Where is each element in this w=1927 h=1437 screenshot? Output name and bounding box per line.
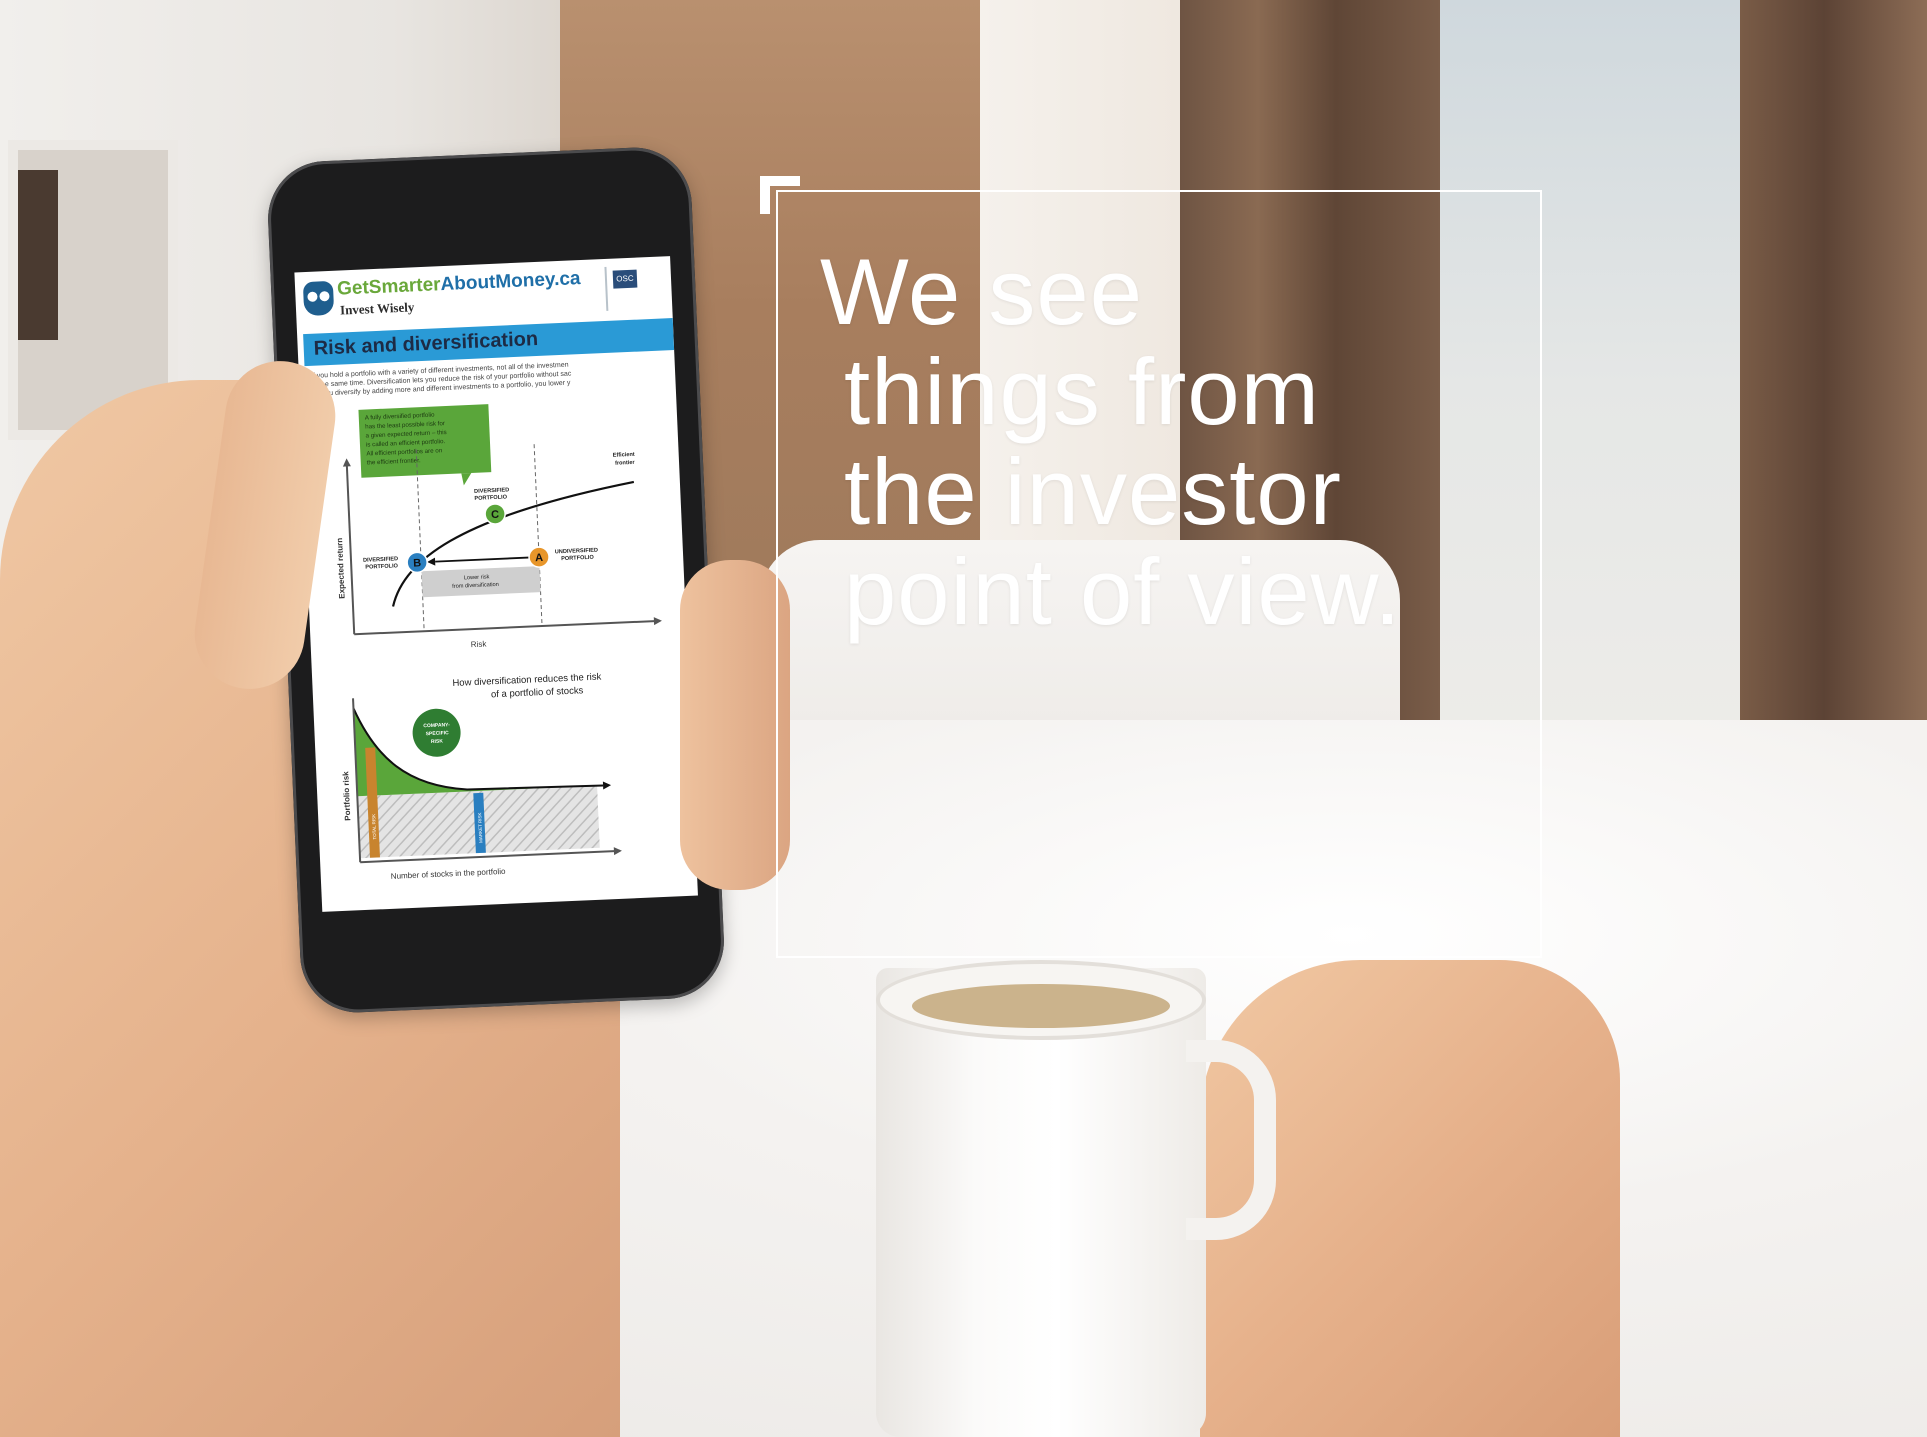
- diversification-arrow: [435, 556, 532, 563]
- svg-text:of a portfolio of stocks: of a portfolio of stocks: [491, 685, 584, 700]
- headline-line-2: things from: [844, 339, 1320, 444]
- osc-logo: OSC: [604, 264, 661, 311]
- svg-text:SPECIFIC: SPECIFIC: [426, 730, 450, 737]
- svg-text:PORTFOLIO: PORTFOLIO: [365, 563, 399, 570]
- osc-badge: OSC: [612, 269, 638, 289]
- headline-line-4: point of view.: [844, 539, 1402, 644]
- svg-text:PORTFOLIO: PORTFOLIO: [474, 494, 508, 501]
- frame-corner-accent: [760, 176, 800, 216]
- efficient-frontier-chart: A fully diversified portfolio has the le…: [335, 404, 662, 649]
- x-axis: [354, 619, 660, 636]
- y-axis: [345, 462, 356, 635]
- svg-text:COMPANY-: COMPANY-: [423, 722, 450, 729]
- svg-text:PORTFOLIO: PORTFOLIO: [561, 555, 595, 562]
- svg-text:A: A: [535, 552, 544, 564]
- headline-quote: We see things from the investor point of…: [820, 242, 1520, 642]
- diversification-risk-chart: How diversification reduces the risk of …: [341, 671, 622, 881]
- headline-line-1: We see: [820, 239, 1143, 344]
- photo-scene: GetSmarterAboutMoney.ca Invest Wisely OS…: [0, 0, 1927, 1437]
- phone-screen: GetSmarterAboutMoney.ca Invest Wisely OS…: [294, 256, 698, 912]
- site-header: GetSmarterAboutMoney.ca Invest Wisely OS…: [294, 256, 672, 330]
- svg-text:B: B: [413, 557, 422, 569]
- y-axis-label: Expected return: [335, 538, 347, 599]
- x-axis-label: Risk: [471, 639, 488, 649]
- headline-line-3: the investor: [844, 439, 1342, 544]
- svg-text:frontier: frontier: [615, 460, 636, 467]
- site-tagline: Invest Wisely: [339, 299, 415, 318]
- site-brand: GetSmarterAboutMoney.ca: [336, 268, 581, 300]
- left-fingers: [680, 560, 790, 890]
- stocks-axis-label: Number of stocks in the portfolio: [391, 867, 507, 881]
- portfolio-risk-label: Portfolio risk: [341, 771, 352, 821]
- page-title: Risk and diversification: [313, 327, 539, 360]
- smartphone: GetSmarterAboutMoney.ca Invest Wisely OS…: [265, 145, 727, 1015]
- coffee: [912, 984, 1170, 1028]
- owl-logo-icon: [302, 280, 335, 317]
- mug-handle: [1186, 1040, 1276, 1240]
- svg-text:C: C: [491, 509, 500, 521]
- svg-text:Lower risk: Lower risk: [464, 574, 490, 581]
- svg-text:RISK: RISK: [431, 738, 444, 745]
- svg-text:Efficient: Efficient: [613, 452, 635, 459]
- company-specific-risk-area: [353, 708, 598, 797]
